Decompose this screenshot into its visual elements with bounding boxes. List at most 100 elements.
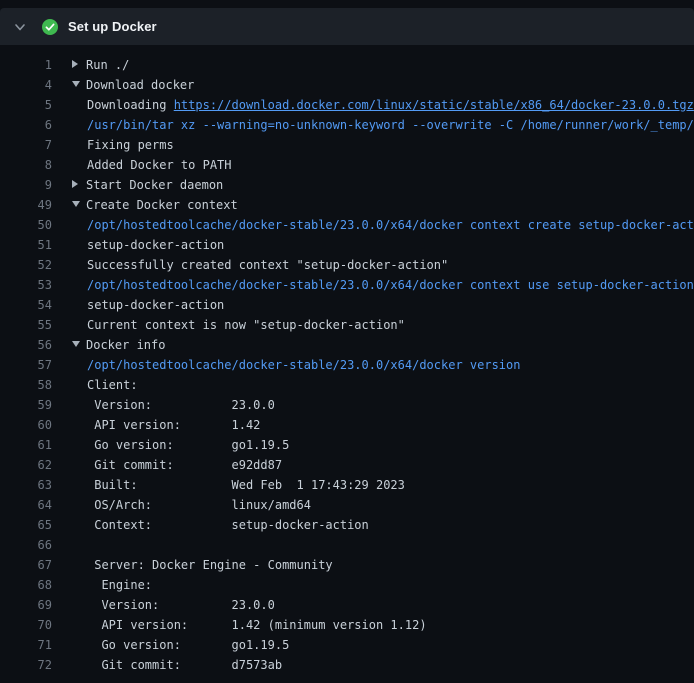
line-number[interactable]: 49 xyxy=(8,195,52,215)
chevron-down-icon[interactable] xyxy=(14,21,26,33)
log-line: 69 Version: 23.0.0 xyxy=(8,595,694,615)
line-number[interactable]: 68 xyxy=(8,575,52,595)
log-group-header[interactable]: 4 Download docker xyxy=(8,75,694,95)
log-text: Version: 23.0.0 xyxy=(72,395,275,415)
line-number[interactable]: 55 xyxy=(8,315,52,335)
line-number[interactable]: 56 xyxy=(8,335,52,355)
log-lines: 1 Run ./ 4 Download docker 5 Downloading http… xyxy=(8,55,694,675)
log-line: 62 Git commit: e92dd87 xyxy=(8,455,694,475)
log-line: 60 API version: 1.42 xyxy=(8,415,694,435)
log-text: Download docker xyxy=(72,75,194,95)
group-expanded-arrow-icon xyxy=(72,201,80,207)
log-text: Git commit: d7573ab xyxy=(72,655,282,675)
line-number[interactable]: 51 xyxy=(8,235,52,255)
log-text: Built: Wed Feb 1 17:43:29 2023 xyxy=(72,475,405,495)
step-header-set-up-docker[interactable]: Set up Docker xyxy=(0,8,694,45)
log-line: 70 API version: 1.42 (minimum version 1.… xyxy=(8,615,694,635)
log-text: Successfully created context "setup-dock… xyxy=(72,255,448,275)
log-text: /opt/hostedtoolcache/docker-stable/23.0.… xyxy=(72,275,694,295)
log-line: 65 Context: setup-docker-action xyxy=(8,515,694,535)
line-number[interactable]: 54 xyxy=(8,295,52,315)
log-plain-text: setup-docker-action xyxy=(87,298,224,312)
log-plain-text: Version: 23.0.0 xyxy=(87,398,275,412)
log-text: Version: 23.0.0 xyxy=(72,595,275,615)
log-text: Current context is now "setup-docker-act… xyxy=(72,315,405,335)
log-group-header[interactable]: 9 Start Docker daemon xyxy=(8,175,694,195)
group-collapsed-arrow-icon xyxy=(72,180,78,188)
check-circle-icon xyxy=(42,19,58,35)
log-plain-text: Downloading xyxy=(87,98,174,112)
line-number[interactable]: 66 xyxy=(8,535,52,555)
log-plain-text: Version: 23.0.0 xyxy=(87,598,275,612)
log-group-header[interactable]: 49 Create Docker context xyxy=(8,195,694,215)
line-number[interactable]: 52 xyxy=(8,255,52,275)
line-number[interactable]: 63 xyxy=(8,475,52,495)
line-number[interactable]: 62 xyxy=(8,455,52,475)
log-text xyxy=(72,535,87,555)
group-expanded-arrow-icon xyxy=(72,341,80,347)
log-plain-text: OS/Arch: linux/amd64 xyxy=(87,498,311,512)
line-number[interactable]: 1 xyxy=(8,55,52,75)
log-line: 50/opt/hostedtoolcache/docker-stable/23.… xyxy=(8,215,694,235)
line-number[interactable]: 58 xyxy=(8,375,52,395)
line-number[interactable]: 72 xyxy=(8,655,52,675)
line-number[interactable]: 9 xyxy=(8,175,52,195)
line-number[interactable]: 64 xyxy=(8,495,52,515)
line-number[interactable]: 57 xyxy=(8,355,52,375)
log-text: Start Docker daemon xyxy=(72,175,223,195)
line-number[interactable]: 4 xyxy=(8,75,52,95)
line-number[interactable]: 60 xyxy=(8,415,52,435)
log-line: 7 Fixing perms xyxy=(8,135,694,155)
log-plain-text: Create Docker context xyxy=(86,198,238,212)
line-number[interactable]: 70 xyxy=(8,615,52,635)
line-number[interactable]: 71 xyxy=(8,635,52,655)
log-plain-text: Go version: go1.19.5 xyxy=(87,638,289,652)
log-plain-text: Current context is now "setup-docker-act… xyxy=(87,318,405,332)
log-text: Create Docker context xyxy=(72,195,238,215)
log-line: 58 Client: xyxy=(8,375,694,395)
log-line: 61 Go version: go1.19.5 xyxy=(8,435,694,455)
log-command-text: /opt/hostedtoolcache/docker-stable/23.0.… xyxy=(87,278,694,292)
log-line: 52 Successfully created context "setup-do… xyxy=(8,255,694,275)
log-plain-text: Client: xyxy=(87,378,138,392)
log-plain-text: Engine: xyxy=(87,578,152,592)
line-number[interactable]: 69 xyxy=(8,595,52,615)
log-text: API version: 1.42 xyxy=(72,415,260,435)
log-link[interactable]: https://download.docker.com/linux/static… xyxy=(174,98,694,112)
log-group-header[interactable]: 1 Run ./ xyxy=(8,55,694,75)
log-plain-text: Fixing perms xyxy=(87,138,174,152)
line-number[interactable]: 7 xyxy=(8,135,52,155)
line-number[interactable]: 59 xyxy=(8,395,52,415)
log-line: 59 Version: 23.0.0 xyxy=(8,395,694,415)
log-line: 66 xyxy=(8,535,694,555)
line-number[interactable]: 50 xyxy=(8,215,52,235)
log-text: Client: xyxy=(72,375,138,395)
log-plain-text: API version: 1.42 xyxy=(87,418,260,432)
log-command-text: /opt/hostedtoolcache/docker-stable/23.0.… xyxy=(87,358,520,372)
line-number[interactable]: 8 xyxy=(8,155,52,175)
line-number[interactable]: 65 xyxy=(8,515,52,535)
log-text: /opt/hostedtoolcache/docker-stable/23.0.… xyxy=(72,215,694,235)
line-number[interactable]: 6 xyxy=(8,115,52,135)
log-text: /usr/bin/tar xz --warning=no-unknown-key… xyxy=(72,115,694,135)
log-text: Run ./ xyxy=(72,55,129,75)
line-number[interactable]: 5 xyxy=(8,95,52,115)
line-number[interactable]: 67 xyxy=(8,555,52,575)
group-collapsed-arrow-icon xyxy=(72,60,78,68)
log-text: Added Docker to PATH xyxy=(72,155,232,175)
log-line: 67 Server: Docker Engine - Community xyxy=(8,555,694,575)
log-plain-text: Git commit: e92dd87 xyxy=(87,458,282,472)
log-plain-text: Docker info xyxy=(86,338,165,352)
log-text: OS/Arch: linux/amd64 xyxy=(72,495,311,515)
log-plain-text: Git commit: d7573ab xyxy=(87,658,282,672)
log-text: Docker info xyxy=(72,335,165,355)
log-group-header[interactable]: 56 Docker info xyxy=(8,335,694,355)
log-plain-text: Run ./ xyxy=(86,58,129,72)
log-text: Fixing perms xyxy=(72,135,174,155)
line-number[interactable]: 61 xyxy=(8,435,52,455)
log-line: 5 Downloading https://download.docker.com… xyxy=(8,95,694,115)
log-text: Downloading https://download.docker.com/… xyxy=(72,95,694,115)
log-command-text: /usr/bin/tar xz --warning=no-unknown-key… xyxy=(87,118,694,132)
line-number[interactable]: 53 xyxy=(8,275,52,295)
log-text: Engine: xyxy=(72,575,152,595)
